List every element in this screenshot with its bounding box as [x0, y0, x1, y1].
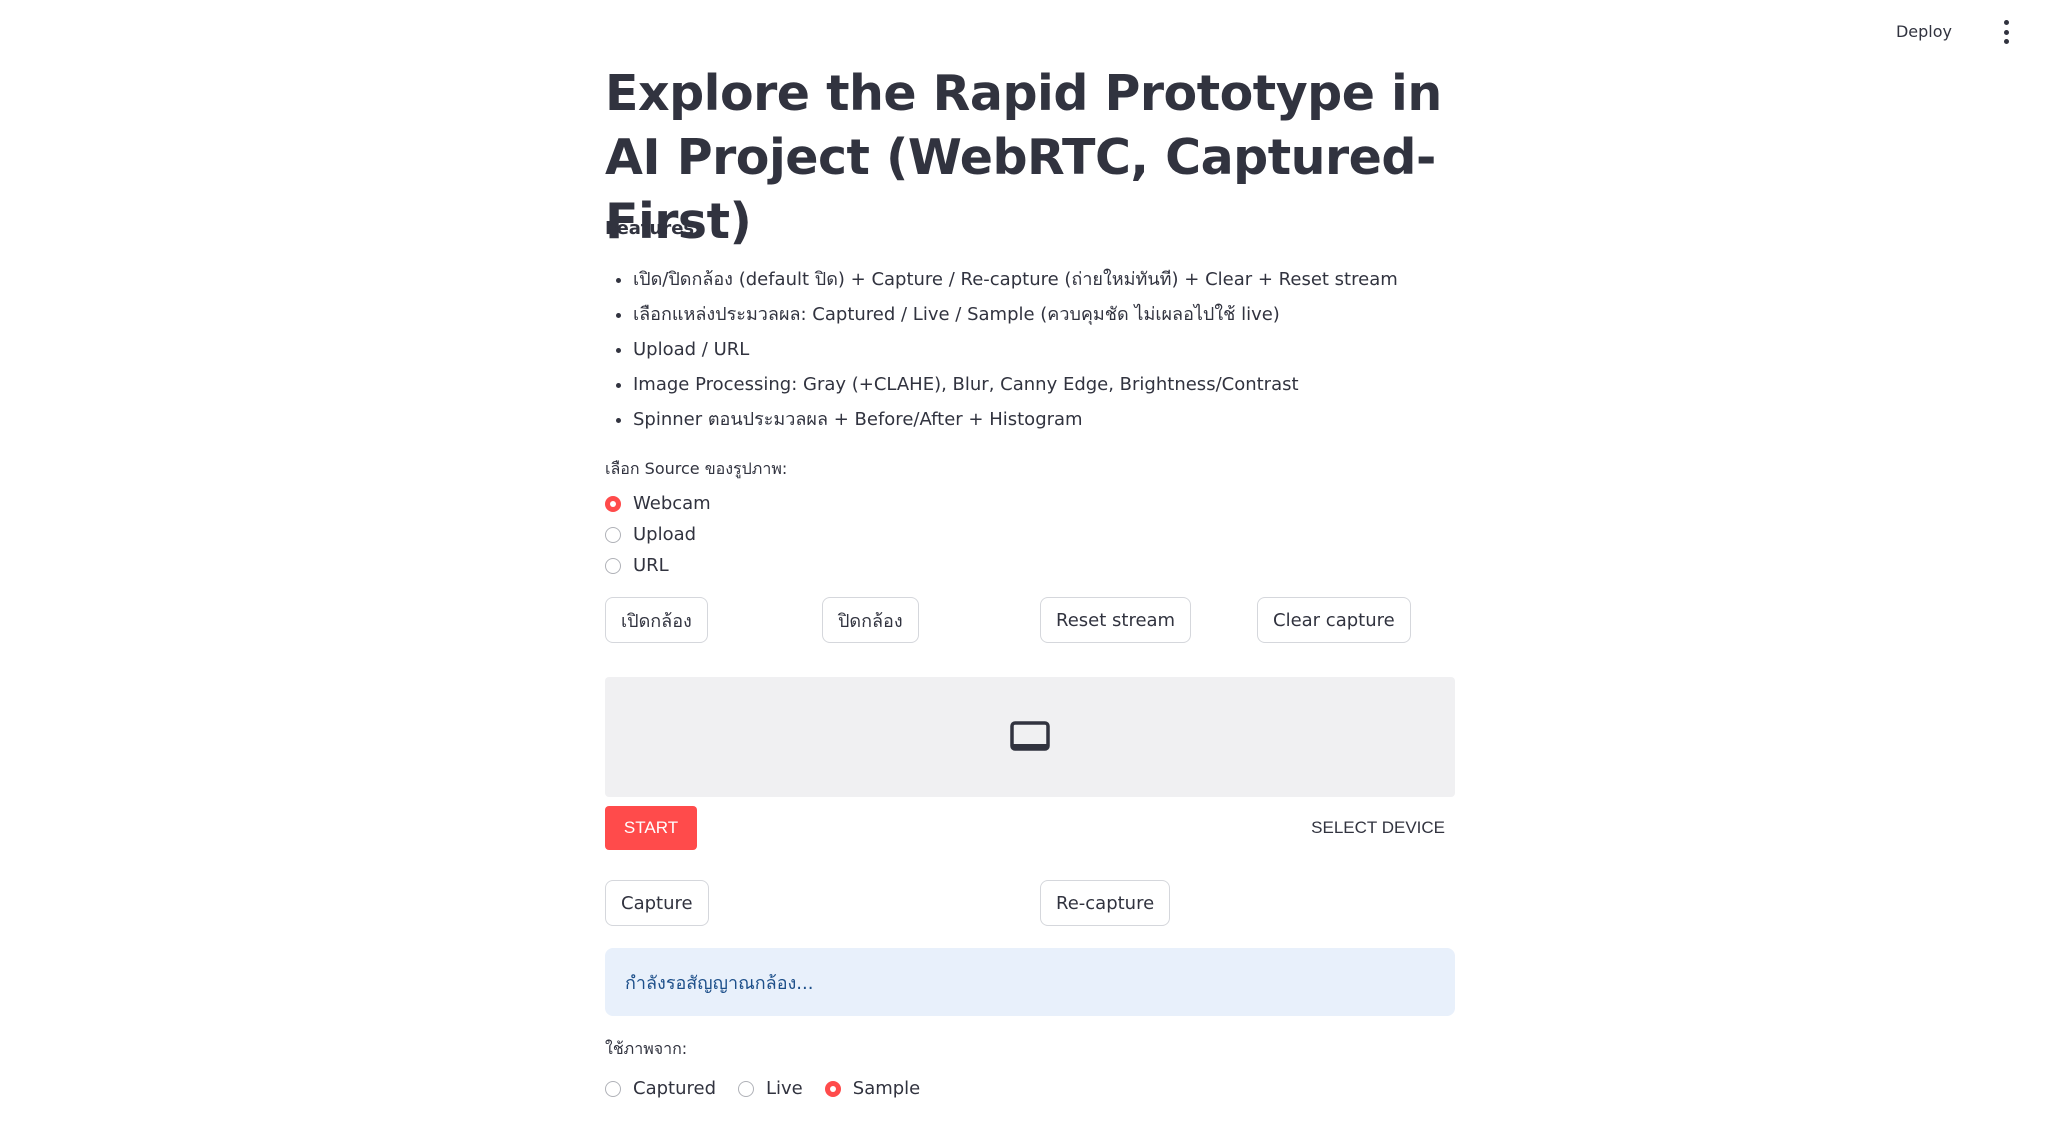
list-item: เลือกแหล่งประมวลผล: Captured / Live / Sa…: [633, 297, 1398, 332]
info-message: กำลังรอสัญญาณกล้อง...: [625, 972, 814, 994]
more-vertical-icon[interactable]: [2000, 20, 2012, 44]
select-device-button[interactable]: SELECT DEVICE: [1311, 818, 1445, 838]
radio-option-url[interactable]: URL: [605, 550, 711, 581]
radio-selected-icon[interactable]: [605, 495, 621, 512]
recapture-button[interactable]: Re-capture: [1040, 880, 1171, 926]
source-radio-label: เลือก Source ของรูปภาพ:: [605, 459, 788, 478]
radio-option-captured[interactable]: Captured: [605, 1078, 716, 1099]
deploy-button[interactable]: Deploy: [1896, 22, 1952, 41]
radio-label: Captured: [633, 1078, 716, 1099]
radio-label: Upload: [633, 524, 697, 545]
radio-selected-icon[interactable]: [824, 1080, 841, 1097]
capture-button[interactable]: Capture: [605, 880, 709, 926]
start-stream-button[interactable]: START: [605, 806, 697, 850]
radio-option-upload[interactable]: Upload: [605, 519, 711, 550]
radio-label: URL: [633, 555, 669, 576]
radio-unselected-icon[interactable]: [605, 526, 621, 543]
video-display-icon: [1010, 721, 1050, 757]
radio-label: Webcam: [633, 493, 711, 514]
reset-stream-button[interactable]: Reset stream: [1040, 597, 1192, 643]
source-radio-group: Webcam Upload URL: [605, 488, 711, 581]
list-item: Upload / URL: [633, 332, 1398, 367]
clear-capture-button[interactable]: Clear capture: [1257, 597, 1411, 643]
list-item: Spinner ตอนประมวลผล + Before/After + His…: [633, 402, 1398, 437]
close-camera-button[interactable]: ปิดกล้อง: [822, 597, 919, 643]
info-alert: กำลังรอสัญญาณกล้อง...: [605, 948, 1455, 1016]
features-list: เปิด/ปิดกล้อง (default ปิด) + Capture / …: [605, 262, 1398, 437]
radio-unselected-icon[interactable]: [738, 1080, 754, 1097]
radio-option-webcam[interactable]: Webcam: [605, 488, 711, 519]
radio-option-live[interactable]: Live: [738, 1078, 803, 1099]
webrtc-video-placeholder: [605, 677, 1455, 797]
open-camera-button[interactable]: เปิดกล้อง: [605, 597, 708, 643]
features-label: Features: [605, 218, 695, 239]
radio-option-sample[interactable]: Sample: [824, 1078, 921, 1099]
use-image-radio-group: Captured Live Sample: [605, 1078, 942, 1099]
app-header: Deploy: [0, 0, 2048, 60]
radio-unselected-icon[interactable]: [605, 557, 621, 574]
radio-label: Live: [766, 1078, 803, 1099]
radio-label: Sample: [852, 1078, 921, 1099]
page-title: Explore the Rapid Prototype in AI Projec…: [605, 65, 1442, 250]
radio-unselected-icon[interactable]: [605, 1080, 621, 1097]
list-item: เปิด/ปิดกล้อง (default ปิด) + Capture / …: [633, 262, 1398, 297]
use-image-from-label: ใช้ภาพจาก:: [605, 1039, 688, 1058]
list-item: Image Processing: Gray (+CLAHE), Blur, C…: [633, 367, 1398, 402]
